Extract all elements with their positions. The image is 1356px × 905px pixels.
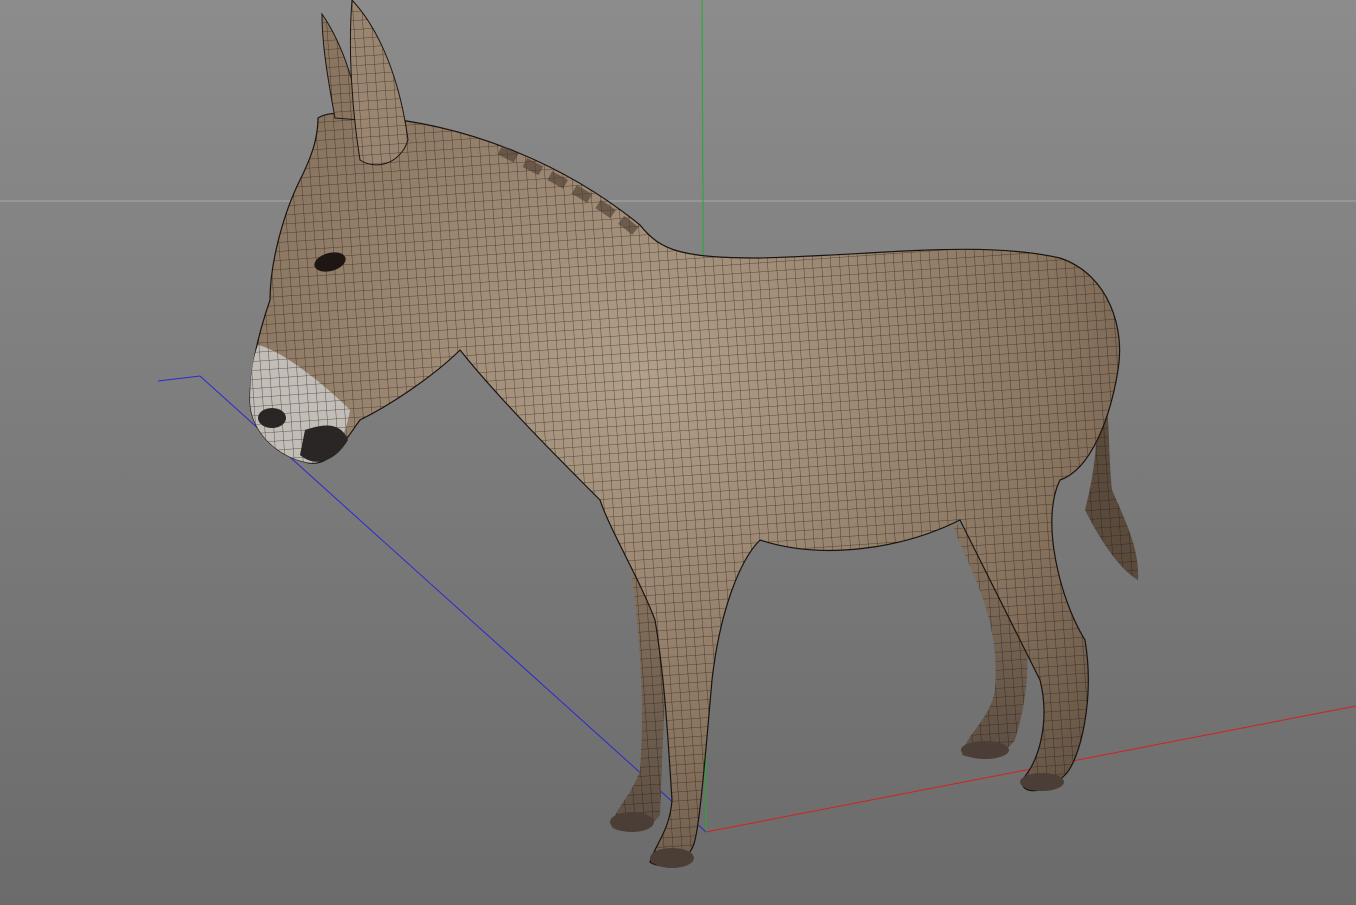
viewport-canvas[interactable] [0, 0, 1356, 905]
hoof [961, 741, 1009, 759]
3d-viewport[interactable] [0, 0, 1356, 905]
hoof [650, 848, 694, 868]
hoof [1020, 773, 1064, 791]
hoof [610, 812, 654, 832]
nostril [258, 408, 286, 428]
